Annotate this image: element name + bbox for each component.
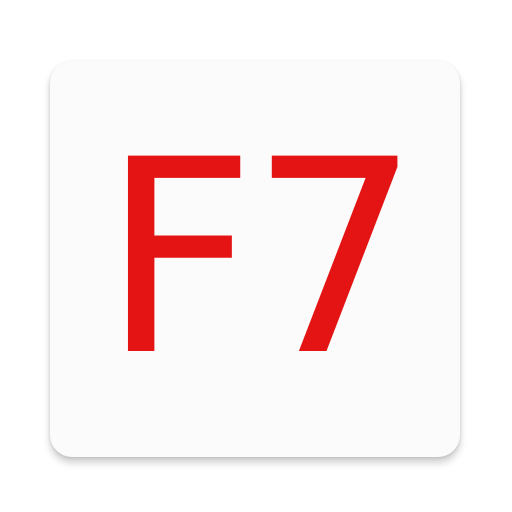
logo-text: F7 — [101, 103, 421, 415]
app-icon-tile[interactable]: F7 — [50, 61, 460, 457]
